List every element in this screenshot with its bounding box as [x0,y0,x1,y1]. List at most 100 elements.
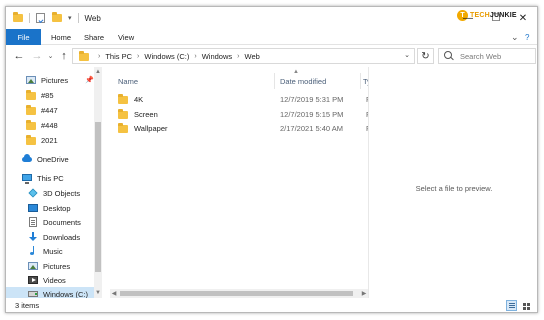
nav-item-label: Music [43,246,63,256]
nav-item-label: Downloads [43,232,81,242]
nav-item-this-pc[interactable]: This PC [6,171,94,185]
file-date: 12/7/2019 5:15 PM [280,110,344,119]
toolbar-divider [77,13,79,23]
scroll-thumb[interactable] [120,291,353,296]
desktop-icon [28,203,38,213]
tab-share[interactable]: Share [84,29,104,45]
minimize-button[interactable]: — [454,7,482,29]
drive-icon [28,289,38,298]
pin-icon[interactable]: 📌 [85,76,94,84]
up-button[interactable]: ↑ [58,48,70,64]
documents-icon [28,217,38,227]
downloads-icon [28,232,38,242]
search-box[interactable] [438,48,536,64]
nav-item-label: #85 [41,90,54,100]
this-pc-icon [22,173,32,184]
file-name: Wallpaper [134,123,168,133]
navigation-pane[interactable]: Pictures 📌 #85 #447 #448 2021 OneDrive T… [6,67,102,298]
file-date: 2/17/2021 5:40 AM [280,124,343,133]
3d-objects-icon [28,188,38,198]
maximize-button[interactable]: ☐ [482,7,510,29]
nav-item-quick-pictures[interactable]: Pictures 📌 [6,73,94,87]
breadcrumb-windows[interactable]: Windows [202,52,232,61]
properties-icon[interactable] [36,13,46,23]
breadcrumb-separator[interactable]: › [194,53,196,60]
nav-item-windows-c[interactable]: Windows (C:) [6,287,94,298]
ribbon-tabs: File Home Share View ⌄ ? [6,29,537,45]
file-explorer-window: ▾ Web T TECHJUNKIE — ☐ ✕ File Home Share… [5,6,538,313]
search-icon [444,50,455,62]
tab-file[interactable]: File [6,29,41,45]
tab-view[interactable]: View [118,29,134,45]
breadcrumb-separator[interactable]: › [137,53,139,60]
file-name: Screen [134,109,158,119]
nav-item-music[interactable]: Music [6,244,94,258]
breadcrumb-web[interactable]: Web [245,52,260,61]
title-bar: ▾ Web T TECHJUNKIE — ☐ ✕ [6,7,537,29]
scroll-left-arrow-icon[interactable]: ◀ [110,289,118,298]
folder-icon [26,135,36,145]
expand-ribbon-icon[interactable]: ⌄ [511,29,519,45]
nav-pane-scrollbar[interactable]: ▲ ▼ [94,67,102,298]
breadcrumb-this-pc[interactable]: This PC [105,52,132,61]
large-icons-view-icon[interactable] [520,300,531,311]
nav-item-3d-objects[interactable]: 3D Objects [6,186,94,200]
music-icon [28,246,38,256]
folder-icon [79,51,89,61]
nav-item-448[interactable]: #448 [6,118,94,132]
scroll-thumb[interactable] [95,122,101,272]
search-input[interactable] [460,51,535,61]
nav-item-onedrive[interactable]: OneDrive [6,152,94,166]
file-row-4k[interactable]: 4K 12/7/2019 5:31 PM Fi [118,92,372,106]
breadcrumb-windows-c[interactable]: Windows (C:) [144,52,189,61]
close-button[interactable]: ✕ [509,7,537,29]
nav-item-documents[interactable]: Documents [6,215,94,229]
address-dropdown-chevron-icon[interactable]: ⌄ [404,51,410,59]
nav-item-2021[interactable]: 2021 [6,133,94,147]
nav-item-label: Pictures [43,261,71,271]
nav-item-downloads[interactable]: Downloads [6,230,94,244]
scroll-up-arrow-icon[interactable]: ▲ [94,67,102,77]
address-bar[interactable]: › This PC › Windows (C:) › Windows › Web… [72,48,415,64]
forward-button[interactable]: → [30,48,44,64]
file-row-screen[interactable]: Screen 12/7/2019 5:15 PM Fi [118,107,372,121]
nav-item-label: Documents [43,217,81,227]
quick-access-toolbar: ▾ Web [13,12,101,24]
nav-item-videos[interactable]: Videos [6,273,94,287]
scroll-right-arrow-icon[interactable]: ▶ [360,289,368,298]
nav-item-85[interactable]: #85 [6,88,94,102]
tab-home[interactable]: Home [51,29,71,45]
horizontal-scrollbar[interactable]: ◀ ▶ [110,289,368,298]
recent-locations-button[interactable]: ⌄ [46,48,55,64]
folder-icon [118,109,128,119]
folder-icon [13,12,23,23]
refresh-button[interactable]: ↻ [417,48,434,64]
column-divider[interactable] [360,73,361,89]
folder-icon [26,105,36,115]
nav-item-pictures[interactable]: Pictures [6,259,94,273]
back-button[interactable]: ← [12,48,26,64]
customize-toolbar-chevron-icon[interactable]: ▾ [68,14,72,22]
breadcrumb-separator[interactable]: › [237,53,239,60]
window-title: Web [84,13,101,23]
file-row-wallpaper[interactable]: Wallpaper 2/17/2021 5:40 AM Fi [118,121,372,135]
nav-item-desktop[interactable]: Desktop [6,201,94,215]
details-view-icon[interactable] [506,300,517,311]
column-header-date-modified[interactable]: Date modified [280,75,326,87]
folder-icon [26,120,36,130]
scroll-down-arrow-icon[interactable]: ▼ [94,288,102,298]
preview-pane: Select a file to preview. [368,67,537,298]
nav-item-label: OneDrive [37,154,69,164]
folder-icon [118,123,128,133]
file-list[interactable]: ▲ Name Date modified Ty 4K 12/7/2019 5:3… [110,67,372,298]
toolbar-divider [29,13,30,23]
column-header-name[interactable]: Name [118,75,138,87]
new-folder-icon[interactable] [52,12,62,23]
nav-item-447[interactable]: #447 [6,103,94,117]
column-divider[interactable] [274,73,275,89]
pictures-icon [26,75,36,85]
file-name: 4K [134,94,144,104]
nav-item-label: Desktop [43,203,71,213]
help-icon[interactable]: ? [525,29,529,45]
status-bar: 3 items [6,298,537,312]
